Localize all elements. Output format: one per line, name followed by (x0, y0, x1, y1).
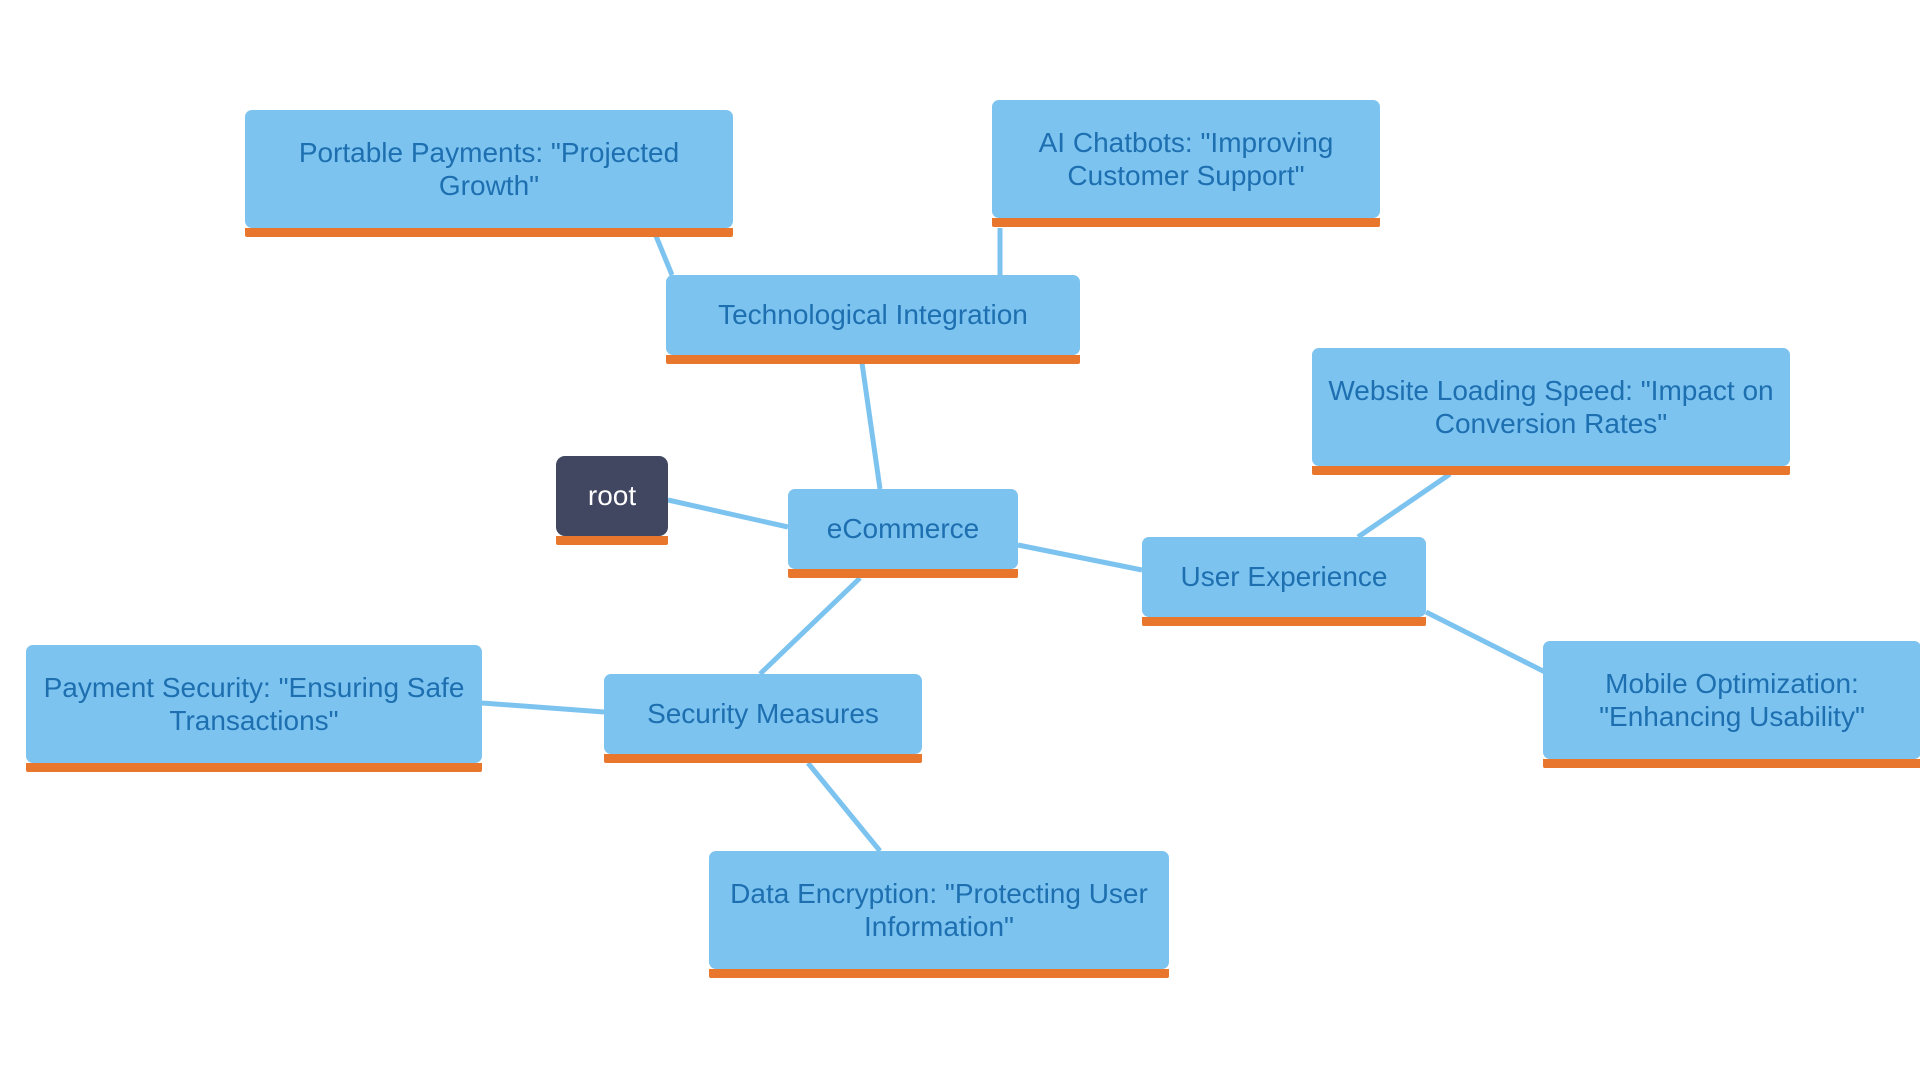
edge-root--ecommerce (667, 497, 789, 530)
mindmap-node-portable-payments[interactable]: Portable Payments: "Projected Growth" (245, 110, 733, 237)
mindmap-node-label: eCommerce (826, 513, 980, 545)
mindmap-node-data-encryption[interactable]: Data Encryption: "Protecting User Inform… (709, 851, 1169, 978)
edge-ecommerce--security-measures (758, 576, 862, 676)
node-accent-bar (556, 536, 668, 545)
mindmap-node-website-loading-speed[interactable]: Website Loading Speed: "Impact on Conver… (1312, 348, 1790, 475)
mindmap-node-user-experience[interactable]: User Experience (1142, 537, 1426, 626)
node-accent-bar (709, 969, 1169, 978)
node-accent-bar (245, 228, 733, 237)
node-accent-bar (992, 218, 1380, 227)
mindmap-node-label: User Experience (1180, 561, 1388, 593)
mindmap-node-root[interactable]: root (556, 456, 668, 545)
mindmap-node-label: Website Loading Speed: "Impact on Conver… (1328, 374, 1774, 439)
mindmap-node-label: Technological Integration (718, 299, 1028, 331)
node-accent-bar (788, 569, 1018, 578)
mindmap-node-label: root (587, 480, 637, 512)
mindmap-canvas: root eCommerce Technological Integration Po… (0, 0, 1920, 1080)
edge-security-measures--data-encryption (806, 761, 882, 853)
node-accent-bar (666, 355, 1080, 364)
mindmap-node-security-measures[interactable]: Security Measures (604, 674, 922, 763)
edge-ecommerce--technological-integration (859, 362, 883, 490)
mindmap-node-label: Portable Payments: "Projected Growth" (298, 136, 680, 201)
node-accent-bar (604, 754, 922, 763)
edge-technological-integration--portable-payments (653, 235, 675, 276)
edge-security-measures--payment-security (481, 700, 605, 715)
node-accent-bar (26, 763, 482, 772)
edge-ecommerce--user-experience (1017, 542, 1143, 573)
mindmap-node-label: Security Measures (647, 698, 879, 730)
mindmap-node-payment-security[interactable]: Payment Security: "Ensuring Safe Transac… (26, 645, 482, 772)
mindmap-node-label: AI Chatbots: "Improving Customer Support… (1038, 126, 1334, 191)
node-accent-bar (1543, 759, 1920, 768)
node-accent-bar (1312, 466, 1790, 475)
edge-user-experience--mobile-optimization (1424, 609, 1547, 675)
mindmap-node-technological-integration[interactable]: Technological Integration (666, 275, 1080, 364)
mindmap-node-mobile-optimization[interactable]: Mobile Optimization: "Enhancing Usabilit… (1543, 641, 1920, 768)
mindmap-node-ai-chatbots[interactable]: AI Chatbots: "Improving Customer Support… (992, 100, 1380, 227)
mindmap-node-label: Payment Security: "Ensuring Safe Transac… (43, 671, 465, 736)
edge-user-experience--website-loading-speed (1356, 471, 1452, 540)
mindmap-node-label: Mobile Optimization: "Enhancing Usabilit… (1599, 667, 1865, 732)
mindmap-node-ecommerce[interactable]: eCommerce (788, 489, 1018, 578)
node-accent-bar (1142, 617, 1426, 626)
mindmap-node-label: Data Encryption: "Protecting User Inform… (730, 877, 1148, 942)
